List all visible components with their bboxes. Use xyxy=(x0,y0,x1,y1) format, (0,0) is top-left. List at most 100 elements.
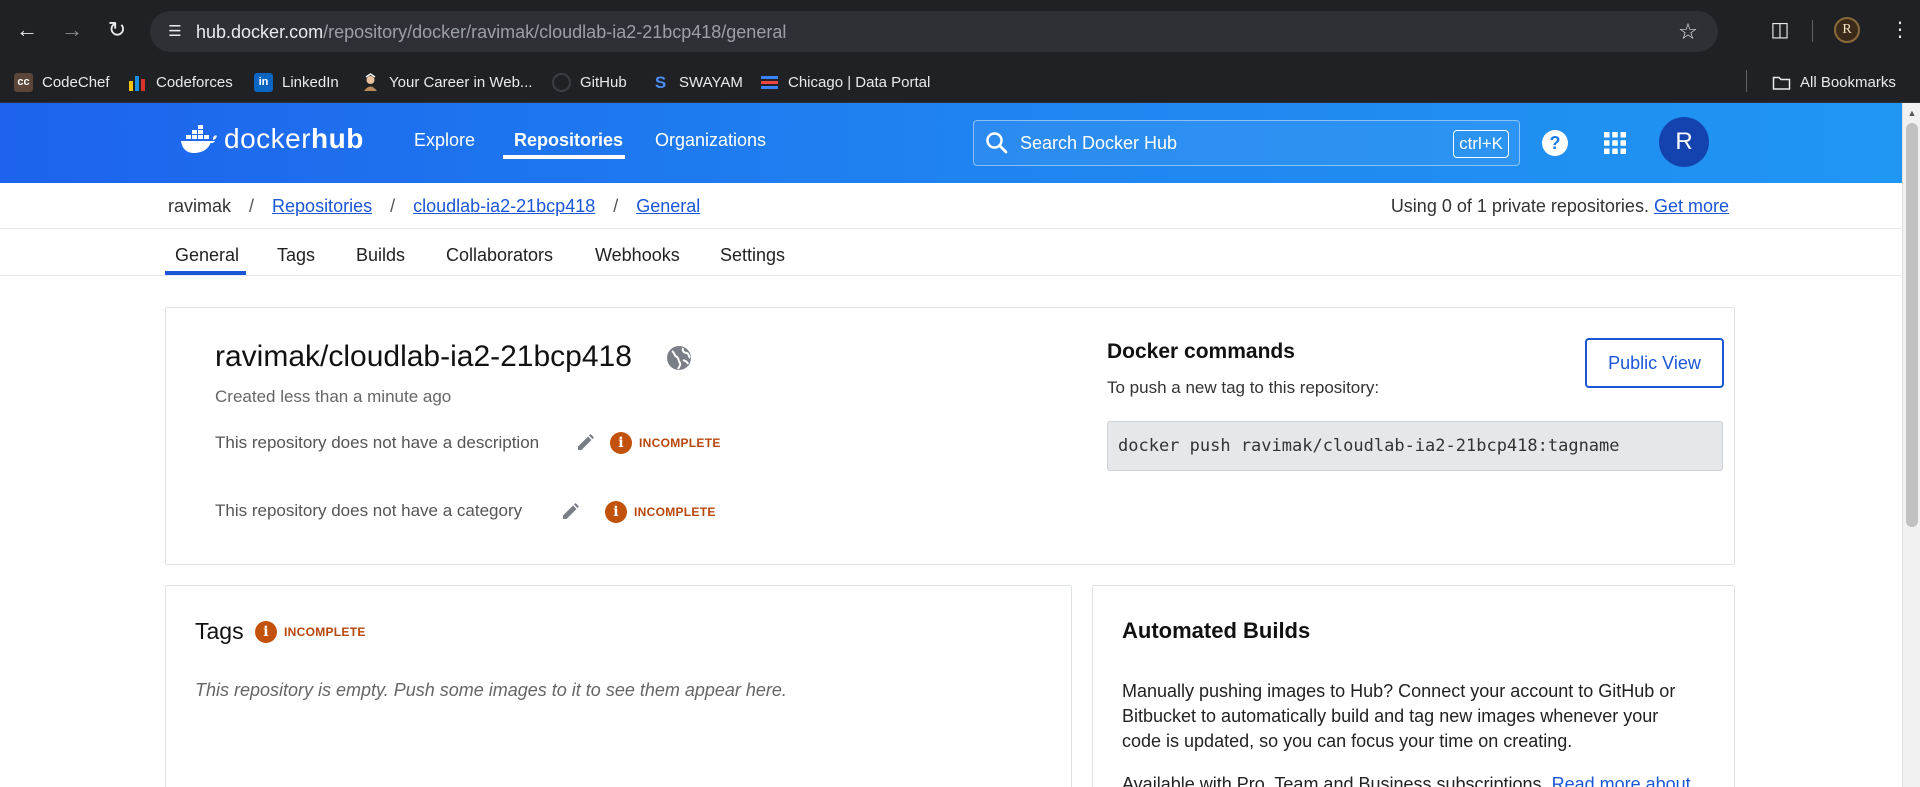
tab-tags[interactable]: Tags xyxy=(277,245,315,266)
get-more-link[interactable]: Get more xyxy=(1654,196,1729,216)
public-view-button[interactable]: Public View xyxy=(1585,338,1724,388)
tags-empty-message: This repository is empty. Push some imag… xyxy=(195,680,787,700)
incomplete-label: INCOMPLETE xyxy=(634,505,716,519)
tab-builds[interactable]: Builds xyxy=(356,245,405,266)
info-icon: i xyxy=(255,621,277,643)
read-more-link[interactable]: Read more about xyxy=(1552,774,1691,787)
url-host: hub.docker.com xyxy=(196,22,324,42)
automated-builds-description: Manually pushing images to Hub? Connect … xyxy=(1122,681,1676,751)
dockerhub-header: dockerhub Explore Repositories Organizat… xyxy=(0,103,1902,183)
apps-grid-icon[interactable] xyxy=(1602,130,1628,156)
automated-builds-availability: Available with Pro, Team and Business su… xyxy=(1122,774,1691,787)
codechef-icon: cc xyxy=(14,72,33,92)
nav-explore[interactable]: Explore xyxy=(414,130,475,151)
category-missing-text: This repository does not have a category xyxy=(215,501,523,520)
browser-profile-avatar[interactable]: R xyxy=(1834,17,1860,43)
incomplete-label: INCOMPLETE xyxy=(284,625,366,639)
forward-arrow-icon[interactable]: → xyxy=(56,14,88,46)
site-info-icon[interactable]: ☰ xyxy=(164,21,186,43)
breadcrumb-repo-link[interactable]: cloudlab-ia2-21bcp418 xyxy=(413,196,595,216)
bookmark-label: Chicago | Data Portal xyxy=(788,73,931,91)
browser-menu-icon[interactable]: ⋮ xyxy=(1890,14,1910,46)
url-text[interactable]: hub.docker.com/repository/docker/ravimak… xyxy=(196,22,786,43)
bookmark-linkedin[interactable]: in LinkedIn xyxy=(254,70,339,94)
linkedin-icon: in xyxy=(254,72,273,92)
divider xyxy=(0,275,1902,276)
bookmarks-divider xyxy=(1746,70,1747,92)
usage-text: Using 0 of 1 private repositories. xyxy=(1390,196,1649,216)
tags-card: Tags i INCOMPLETE This repository is emp… xyxy=(165,585,1072,787)
reload-icon[interactable]: ↻ xyxy=(101,14,133,46)
toolbar-divider xyxy=(1812,20,1813,42)
user-avatar[interactable]: R xyxy=(1659,117,1709,167)
scroll-up-arrow-icon[interactable]: ▲ xyxy=(1903,107,1920,119)
extensions-icon[interactable]: ◫ xyxy=(1766,16,1794,44)
bookmark-swayam[interactable]: S SWAYAM xyxy=(651,70,743,94)
browser-toolbar: ← → ↻ ☰ hub.docker.com/repository/docker… xyxy=(0,0,1920,60)
breadcrumb-general-link[interactable]: General xyxy=(636,196,700,216)
docker-commands-subtitle: To push a new tag to this repository: xyxy=(1107,378,1380,397)
bookmark-career[interactable]: Your Career in Web... xyxy=(361,70,532,94)
description-incomplete-badge: i INCOMPLETE xyxy=(610,432,721,454)
repository-overview-card: ravimak/cloudlab-ia2-21bcp418 Created le… xyxy=(165,307,1735,565)
scrollbar-thumb[interactable] xyxy=(1906,123,1918,527)
nav-repositories[interactable]: Repositories xyxy=(514,130,623,151)
page-scrollbar[interactable]: ▲ xyxy=(1902,103,1920,787)
docker-whale-icon xyxy=(181,125,217,153)
search-placeholder: Search Docker Hub xyxy=(1020,133,1178,153)
folder-icon xyxy=(1772,73,1791,92)
docker-commands-title: Docker commands xyxy=(1107,340,1295,363)
nav-organizations[interactable]: Organizations xyxy=(655,130,766,151)
bookmark-codechef[interactable]: cc CodeChef xyxy=(14,70,110,94)
repository-title: ravimak/cloudlab-ia2-21bcp418 xyxy=(215,340,632,373)
bookmark-github[interactable]: GitHub xyxy=(552,70,627,94)
search-input[interactable]: Search Docker Hub ctrl+K xyxy=(973,120,1520,166)
swayam-icon: S xyxy=(654,72,667,92)
info-icon: i xyxy=(610,432,632,454)
tab-webhooks[interactable]: Webhooks xyxy=(595,245,680,266)
address-bar[interactable]: ☰ hub.docker.com/repository/docker/ravim… xyxy=(150,11,1718,52)
tab-general[interactable]: General xyxy=(175,245,239,266)
info-icon: i xyxy=(605,501,627,523)
logo-text-docker: docker xyxy=(224,123,312,154)
automated-builds-card: Automated Builds Manually pushing images… xyxy=(1092,585,1735,787)
help-icon[interactable]: ? xyxy=(1541,129,1569,157)
divider xyxy=(0,228,1902,229)
codeforces-icon xyxy=(128,73,147,92)
breadcrumb-separator: / xyxy=(390,196,396,216)
search-icon xyxy=(986,132,1008,154)
breadcrumb-user: ravimak xyxy=(168,196,232,216)
edit-category-pencil-icon[interactable] xyxy=(560,502,580,522)
back-arrow-icon[interactable]: ← xyxy=(11,14,43,46)
tags-title: Tags xyxy=(195,618,244,644)
created-timestamp: Created less than a minute ago xyxy=(215,387,452,406)
bookmark-label: CodeChef xyxy=(42,73,110,91)
bookmark-star-icon[interactable]: ☆ xyxy=(1674,18,1702,46)
bookmark-codeforces[interactable]: Codeforces xyxy=(128,70,233,94)
tab-settings[interactable]: Settings xyxy=(720,245,785,266)
breadcrumb: ravimak / Repositories / cloudlab-ia2-21bcp4… xyxy=(168,196,700,217)
breadcrumb-separator: / xyxy=(249,196,255,216)
career-icon xyxy=(361,72,380,92)
all-bookmarks[interactable]: All Bookmarks xyxy=(1772,70,1896,94)
url-path: /repository/docker/ravimak/cloudlab-ia2-… xyxy=(323,22,787,42)
breadcrumb-separator: / xyxy=(613,196,619,216)
docker-push-command[interactable]: docker push ravimak/cloudlab-ia2-21bcp41… xyxy=(1118,436,1620,456)
private-repo-usage: Using 0 of 1 private repositories. Get m… xyxy=(1391,196,1729,217)
dockerhub-logo[interactable]: dockerhub xyxy=(180,123,364,155)
docker-push-command-box[interactable]: docker push ravimak/cloudlab-ia2-21bcp41… xyxy=(1107,421,1723,471)
tags-incomplete-badge: i INCOMPLETE xyxy=(255,621,366,643)
chicago-icon xyxy=(760,73,779,92)
svg-text:?: ? xyxy=(1550,133,1561,153)
breadcrumb-repositories-link[interactable]: Repositories xyxy=(272,196,372,216)
edit-description-pencil-icon[interactable] xyxy=(575,433,595,453)
search-shortcut-badge: ctrl+K xyxy=(1453,130,1509,158)
bookmarks-bar: cc CodeChef Codeforces in LinkedIn Your … xyxy=(0,60,1920,103)
tab-collaborators[interactable]: Collaborators xyxy=(446,245,553,266)
bookmark-label: GitHub xyxy=(580,73,627,91)
bookmark-chicago[interactable]: Chicago | Data Portal xyxy=(760,70,930,94)
bookmark-label: Your Career in Web... xyxy=(389,73,533,91)
bookmark-label: Codeforces xyxy=(156,73,233,91)
globe-icon xyxy=(667,346,691,370)
category-incomplete-badge: i INCOMPLETE xyxy=(605,501,716,523)
